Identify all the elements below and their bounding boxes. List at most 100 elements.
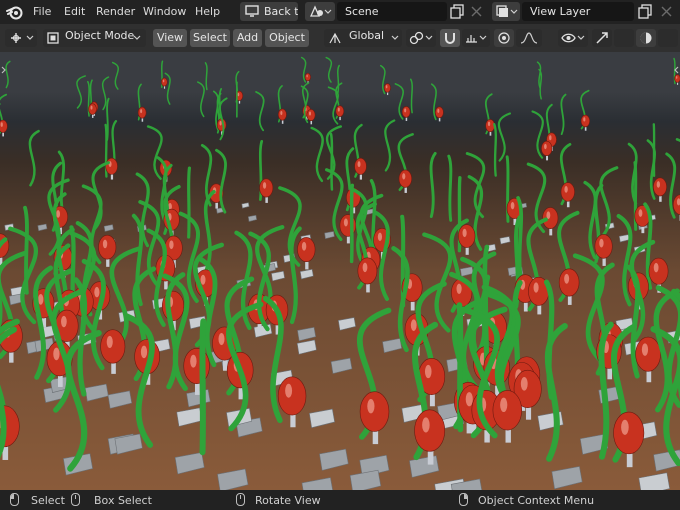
- eye-icon: [561, 33, 585, 43]
- close-view-layer-icon[interactable]: [658, 3, 675, 20]
- copy-scene-icon[interactable]: [449, 3, 466, 20]
- mushroom-highlight: [564, 185, 568, 193]
- chevron-down-icon: [133, 35, 141, 40]
- grass-blade: [76, 75, 86, 109]
- grass-blade: [310, 126, 324, 183]
- mushroom-highlight: [219, 120, 222, 126]
- select-menu-button[interactable]: Select: [190, 29, 230, 47]
- mushroom-highlight: [367, 398, 375, 414]
- mushroom-cap: [304, 72, 311, 82]
- stone-cube: [241, 202, 250, 209]
- stone-cube: [551, 466, 583, 490]
- grass-blade: [429, 151, 437, 219]
- grass-blade: [493, 123, 497, 177]
- shading-dropdown[interactable]: [658, 29, 678, 47]
- mushroom-highlight: [583, 117, 586, 122]
- mushroom-highlight: [385, 85, 388, 89]
- snap-toggle[interactable]: [440, 29, 460, 47]
- grass-blade: [197, 81, 205, 118]
- mode-dropdown[interactable]: Object Mode: [43, 29, 146, 47]
- menu-help[interactable]: Help: [195, 5, 220, 18]
- mushroom-highlight: [169, 240, 174, 250]
- blender-logo-icon[interactable]: [6, 3, 24, 21]
- gizmo-arrow-icon: [596, 32, 608, 44]
- scene-name-field[interactable]: Scene: [337, 2, 447, 21]
- grass-blade: [599, 166, 619, 239]
- xray-toggle[interactable]: [636, 29, 656, 47]
- mushroom-highlight: [544, 143, 547, 150]
- close-scene-icon[interactable]: [468, 3, 485, 20]
- stone-cube: [301, 477, 333, 490]
- scene-browse-button[interactable]: [305, 2, 335, 21]
- stone-cube: [247, 214, 257, 222]
- stone-cube: [330, 357, 353, 374]
- snap-increment-icon: [466, 35, 487, 43]
- mushroom-grass-field: [0, 56, 680, 472]
- transform-orientation-dropdown[interactable]: Global: [324, 29, 402, 47]
- grass-blade: [204, 62, 208, 91]
- stone-cube: [296, 339, 317, 355]
- visibility-dropdown[interactable]: [558, 29, 588, 47]
- mushroom-highlight: [308, 111, 312, 116]
- grass-blade: [447, 154, 453, 222]
- view-layer-browse-button[interactable]: [492, 2, 520, 21]
- mushroom-highlight: [462, 228, 467, 238]
- mushroom-highlight: [94, 286, 100, 298]
- grass-blade: [544, 323, 568, 462]
- proportional-edit-toggle[interactable]: [494, 29, 514, 47]
- stone-cube: [324, 231, 335, 239]
- stone-cube: [103, 224, 114, 232]
- mushroom-cap: [492, 390, 523, 431]
- grass-blade: [146, 125, 163, 180]
- monitor-icon: [245, 5, 259, 17]
- sidebar-expand-icon[interactable]: [673, 66, 679, 74]
- stone-cube: [176, 407, 203, 427]
- mushroom-highlight: [190, 354, 197, 368]
- mushroom-highlight: [218, 332, 225, 346]
- mushroom-highlight: [564, 273, 570, 284]
- menu-edit[interactable]: Edit: [64, 5, 85, 18]
- gizmo-toggle[interactable]: [592, 29, 612, 47]
- view-layer-icon: [496, 5, 518, 17]
- mushroom-cap: [485, 119, 495, 133]
- mushroom-highlight: [510, 202, 515, 210]
- mushroom-highlight: [599, 238, 604, 248]
- overlay-dropdown[interactable]: [614, 29, 634, 47]
- toolbar-expand-icon[interactable]: [1, 66, 7, 74]
- mushroom-cap: [653, 177, 667, 197]
- add-menu-button[interactable]: Add: [233, 29, 262, 47]
- mushroom-highlight: [520, 377, 528, 391]
- mushroom-cap: [100, 329, 126, 364]
- orientation-label: Global: [349, 29, 385, 42]
- status-rotate-view: Rotate View: [255, 494, 321, 507]
- mushroom-highlight: [106, 335, 113, 349]
- proportional-edit-icon: [498, 32, 510, 44]
- mushroom-cap: [414, 409, 446, 452]
- back-to-previous-button[interactable]: Back to Previous: [240, 2, 298, 21]
- mushroom-highlight: [53, 347, 60, 361]
- mushroom-highlight: [424, 364, 432, 379]
- mushroom-highlight: [533, 282, 539, 293]
- 3d-viewport[interactable]: [0, 52, 680, 490]
- object-mode-icon: [47, 32, 59, 44]
- stone-cube: [460, 266, 474, 277]
- copy-view-layer-icon[interactable]: [637, 3, 654, 20]
- menu-window[interactable]: Window: [143, 5, 186, 18]
- falloff-dropdown[interactable]: [516, 29, 542, 47]
- mushroom-highlight: [410, 319, 417, 331]
- menu-file[interactable]: File: [33, 5, 51, 18]
- object-menu-button[interactable]: Object: [265, 29, 309, 47]
- mushroom-highlight: [56, 210, 61, 218]
- snap-target-dropdown[interactable]: [462, 29, 490, 47]
- mushroom-highlight: [656, 181, 661, 188]
- mushroom-cap: [259, 178, 274, 198]
- menu-render[interactable]: Render: [96, 5, 135, 18]
- mushroom-highlight: [404, 108, 407, 113]
- pivot-point-dropdown[interactable]: [406, 29, 436, 47]
- view-layer-name-field[interactable]: View Layer: [522, 2, 634, 21]
- top-bar: File Edit Render Window Help Back to Pre…: [0, 0, 680, 24]
- editor-type-dropdown[interactable]: [5, 29, 37, 47]
- scene-icon: [309, 5, 332, 17]
- view-menu-button[interactable]: View: [153, 29, 187, 47]
- mushroom-cap: [357, 257, 378, 285]
